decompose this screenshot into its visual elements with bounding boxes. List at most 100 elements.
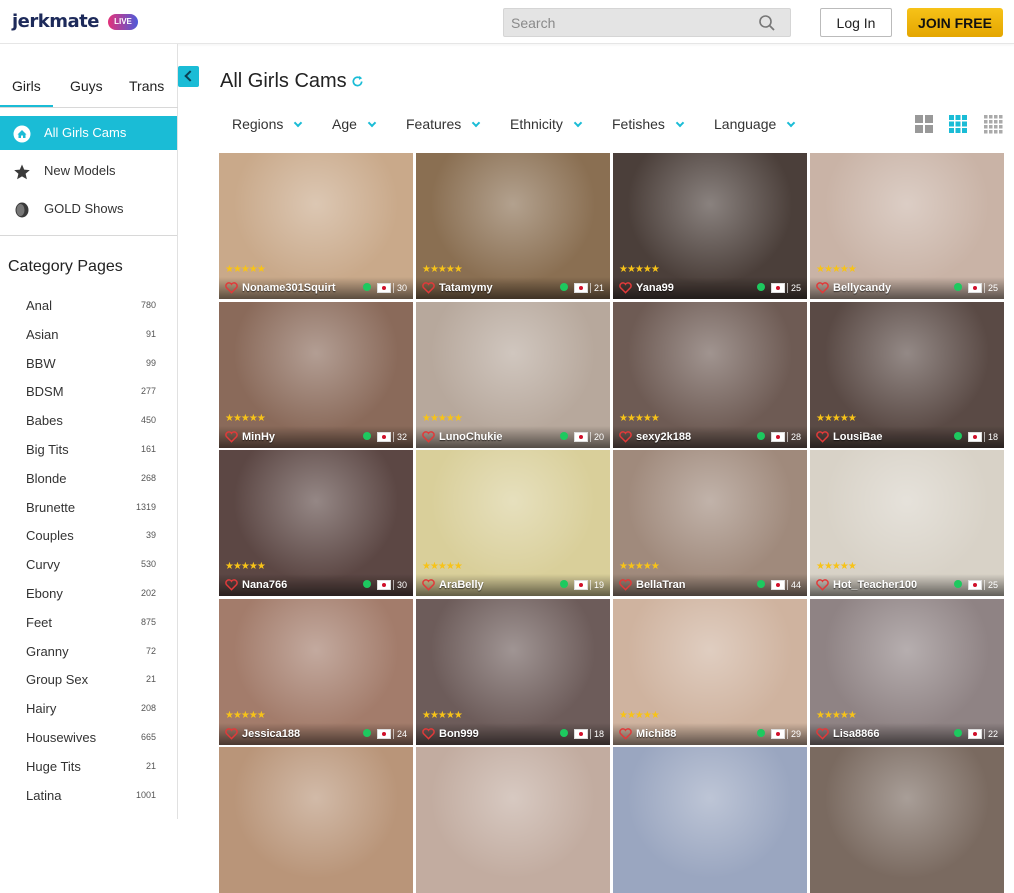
refresh-icon[interactable] [351,75,364,88]
heart-icon[interactable] [619,579,632,591]
search-box[interactable] [503,8,791,37]
category-count: 450 [140,415,156,426]
heart-icon[interactable] [619,282,632,294]
filter-regions[interactable]: Regions [232,116,303,134]
model-card[interactable]: ★★★★★ Bon999 18 [416,598,610,745]
category-item[interactable]: Feet 875 [26,615,156,635]
viewer-count: 19 [589,580,604,590]
filter-ethnicity[interactable]: Ethnicity [510,116,583,134]
chevron-down-icon [787,118,796,128]
join-free-button[interactable]: JOIN FREE [907,8,1003,37]
heart-icon[interactable] [422,727,435,740]
site-logo[interactable]: jerkmate [12,11,99,32]
rating-stars-icon: ★★★★★ [816,561,857,572]
login-button[interactable]: Log In [820,8,892,37]
rating-stars-icon: ★★★★★ [422,412,463,424]
model-card[interactable]: ★★★★★ Noname301Squirt 30 [219,153,413,299]
heart-icon[interactable] [225,579,238,591]
category-item[interactable]: Huge Tits 21 [26,759,156,779]
model-card[interactable]: ★★★★★ LousiBae 18 [810,301,1004,448]
medium-grid-icon[interactable] [948,114,968,134]
model-card[interactable]: ★★★★★ Michi88 29 [613,598,807,745]
model-card[interactable]: ★★★★★ Bellycandy 25 [810,153,1004,299]
model-card[interactable]: ★★★★★ Jessica188 24 [219,598,413,745]
category-item[interactable]: Hairy 208 [26,701,156,721]
heart-icon[interactable] [619,430,632,443]
online-status-icon [560,728,568,737]
model-name: MinHy [242,430,275,443]
large-grid-icon[interactable] [914,114,934,134]
category-item[interactable]: Couples 39 [26,528,156,548]
model-card[interactable]: ★★★★★ BellaTran 44 [613,450,807,596]
japan-flag-icon [377,580,391,590]
model-card[interactable] [219,747,413,893]
heart-icon[interactable] [422,430,435,443]
heart-icon[interactable] [422,579,435,591]
heart-icon[interactable] [816,282,829,294]
model-card[interactable] [613,747,807,893]
heart-icon[interactable] [816,727,829,740]
category-item[interactable]: Ebony 202 [26,586,156,606]
category-item[interactable]: BBW 99 [26,356,156,376]
tab-trans[interactable]: Trans [129,78,164,94]
filter-features[interactable]: Features [406,116,481,134]
filter-label: Regions [232,116,284,132]
japan-flag-icon [377,283,391,293]
category-item[interactable]: Big Tits 161 [26,442,156,462]
category-item[interactable]: Blonde 268 [26,471,156,491]
sidebar: Girls Guys Trans All Girls Cams New Mode… [0,44,178,819]
rating-stars-icon: ★★★★★ [619,264,660,275]
heart-icon[interactable] [619,727,632,740]
category-item[interactable]: Babes 450 [26,413,156,433]
online-status-icon [363,728,371,737]
category-item[interactable]: Anal 780 [26,298,156,318]
model-card[interactable]: ★★★★★ Nana766 30 [219,450,413,596]
filter-label: Ethnicity [510,116,563,132]
model-card[interactable]: ★★★★★ AraBelly 19 [416,450,610,596]
tab-guys[interactable]: Guys [70,78,103,94]
heart-icon[interactable] [225,282,238,294]
model-card[interactable]: ★★★★★ LunoChukie 20 [416,301,610,448]
model-name: Bellycandy [833,282,892,294]
filter-fetishes[interactable]: Fetishes [612,116,685,134]
small-grid-icon[interactable] [983,114,1003,134]
category-item[interactable]: BDSM 277 [26,384,156,404]
category-item[interactable]: Housewives 665 [26,730,156,750]
rating-stars-icon: ★★★★★ [816,412,857,424]
category-item[interactable]: Granny 72 [26,644,156,664]
search-input[interactable] [504,9,744,36]
category-item[interactable]: Brunette 1319 [26,500,156,520]
nav-gold-shows[interactable]: GOLD Shows [0,192,177,226]
filter-age[interactable]: Age [332,116,377,134]
model-card[interactable]: ★★★★★ Hot_Teacher100 25 [810,450,1004,596]
nav-all-girls-cams[interactable]: All Girls Cams [0,116,177,150]
model-name: Jessica188 [242,727,301,740]
category-label: Group Sex [26,672,89,688]
nav-new-models[interactable]: New Models [0,154,177,188]
model-card[interactable]: ★★★★★ Yana99 25 [613,153,807,299]
tab-girls[interactable]: Girls [0,78,53,107]
model-name: sexy2k188 [636,430,692,443]
model-card[interactable]: ★★★★★ Tatamymy 21 [416,153,610,299]
heart-icon[interactable] [816,430,829,443]
heart-icon[interactable] [816,579,829,591]
japan-flag-icon [574,580,588,590]
category-item[interactable]: Latina 1001 [26,788,156,808]
model-card[interactable] [416,747,610,893]
model-card[interactable] [810,747,1004,893]
heart-icon[interactable] [225,430,238,443]
heart-icon[interactable] [422,282,435,294]
category-count: 780 [140,300,156,310]
collapse-sidebar-button[interactable] [178,66,199,87]
live-badge: LIVE [108,14,138,30]
search-icon[interactable] [758,14,776,32]
model-card[interactable]: ★★★★★ sexy2k188 28 [613,301,807,448]
category-item[interactable]: Curvy 530 [26,557,156,577]
heart-icon[interactable] [225,727,238,740]
category-item[interactable]: Asian 91 [26,327,156,347]
japan-flag-icon [968,728,982,739]
model-card[interactable]: ★★★★★ MinHy 32 [219,301,413,448]
filter-language[interactable]: Language [714,116,796,134]
category-item[interactable]: Group Sex 21 [26,672,156,692]
model-card[interactable]: ★★★★★ Lisa8866 22 [810,598,1004,745]
